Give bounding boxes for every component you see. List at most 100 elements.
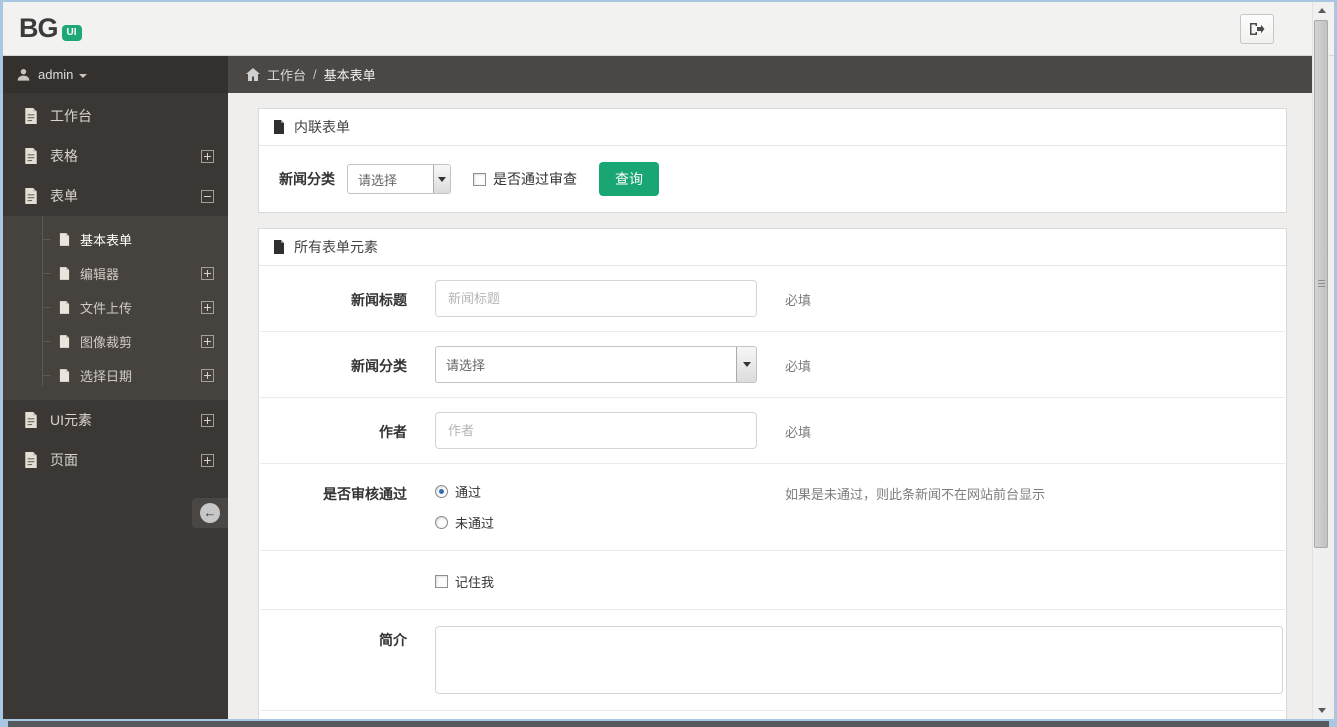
- logo-text: BG: [19, 13, 58, 43]
- sidebar-subitem-image-crop[interactable]: 图像裁剪: [3, 324, 228, 358]
- all-elements-panel-header: 所有表单元素: [259, 229, 1286, 266]
- vertical-scrollbar[interactable]: [1312, 2, 1330, 719]
- inline-form-panel: 内联表单 新闻分类 请选择 是否通过审查 查询: [258, 108, 1287, 213]
- required-hint: 必填: [785, 425, 812, 440]
- collapse-minus-icon[interactable]: [201, 189, 214, 203]
- field-label: 作者: [379, 424, 407, 440]
- panel-file-icon: [273, 240, 285, 254]
- radio-option-fail[interactable]: 未通过: [435, 513, 757, 532]
- review-checkbox[interactable]: [473, 172, 486, 186]
- sidebar-subitem-label: 文件上传: [80, 300, 133, 316]
- sidebar-subitem-date-picker[interactable]: 选择日期: [3, 358, 228, 392]
- expand-plus-icon[interactable]: [201, 413, 214, 427]
- field-label: 新闻分类: [351, 358, 407, 374]
- scrollbar-grip-icon: [1318, 280, 1325, 288]
- sidebar-item-forms[interactable]: 表单: [3, 176, 228, 216]
- form-footer: [260, 711, 1285, 719]
- review-checkbox-label: 是否通过审查: [493, 171, 577, 187]
- file-icon: [24, 188, 38, 204]
- window-frame: BG UI admin 工作台 表格 表单 基本表单 编辑器 文件上传 图像裁剪…: [0, 0, 1337, 727]
- field-label: 简介: [379, 632, 407, 648]
- expand-plus-icon[interactable]: [201, 149, 214, 163]
- breadcrumb-home[interactable]: 工作台: [267, 65, 306, 84]
- field-label: 新闻标题: [351, 292, 407, 308]
- query-button[interactable]: 查询: [599, 162, 659, 196]
- radio-option-pass[interactable]: 通过: [435, 482, 757, 501]
- form-row-author: 作者 必填: [260, 398, 1285, 464]
- sidebar-subitem-label: 图像裁剪: [80, 334, 133, 350]
- expand-plus-icon[interactable]: [201, 300, 214, 314]
- sidebar-item-label: 工作台: [50, 108, 92, 124]
- window-bottom-edge: [8, 721, 1329, 727]
- sidebar-item-label: 表单: [50, 188, 78, 204]
- chevron-down-icon: [742, 362, 751, 367]
- review-check-group: 是否通过审查: [473, 169, 577, 189]
- arrow-left-icon: ←: [200, 503, 220, 523]
- arrow-up-icon: [1317, 8, 1326, 13]
- breadcrumb-separator: /: [313, 67, 317, 82]
- intro-textarea[interactable]: [435, 626, 1283, 694]
- sidebar-subitem-editor[interactable]: 编辑器: [3, 256, 228, 290]
- sidebar-item-ui-elements[interactable]: UI元素: [3, 400, 228, 440]
- top-header: BG UI: [3, 2, 1334, 56]
- logout-button[interactable]: [1240, 13, 1274, 44]
- expand-plus-icon[interactable]: [201, 453, 214, 467]
- inline-form-panel-header: 内联表单: [259, 109, 1286, 146]
- scrollbar-down-button[interactable]: [1313, 702, 1330, 719]
- sidebar-collapse-button[interactable]: ←: [192, 498, 228, 528]
- user-name: admin: [38, 67, 74, 82]
- sidebar-subitem-basic-form[interactable]: 基本表单: [3, 222, 228, 256]
- page-content: 内联表单 新闻分类 请选择 是否通过审查 查询 所有表单元素 新闻标题 新闻标题…: [228, 93, 1317, 719]
- user-icon: [17, 68, 30, 81]
- expand-plus-icon[interactable]: [201, 368, 214, 382]
- category-select-value: 请选择: [358, 172, 398, 188]
- sidebar: admin 工作台 表格 表单 基本表单 编辑器 文件上传 图像裁剪 选择日期 …: [3, 56, 228, 719]
- sidebar-subitem-file-upload[interactable]: 文件上传: [3, 290, 228, 324]
- remember-checkbox[interactable]: [435, 575, 448, 588]
- file-icon: [24, 412, 38, 428]
- inline-form-body: 新闻分类 请选择 是否通过审查 查询: [259, 146, 1286, 212]
- scrollbar-thumb[interactable]: [1314, 20, 1328, 548]
- arrow-down-icon: [1317, 708, 1326, 713]
- sidebar-item-pages[interactable]: 页面: [3, 440, 228, 480]
- news-title-input[interactable]: [435, 280, 757, 317]
- file-icon: [24, 108, 38, 124]
- radio-checked-icon[interactable]: [435, 485, 448, 498]
- expand-plus-icon[interactable]: [201, 266, 214, 280]
- remember-label: 记住我: [455, 575, 495, 590]
- select-arrow-button[interactable]: [433, 165, 450, 193]
- expand-plus-icon[interactable]: [201, 334, 214, 348]
- review-radio-group: 通过 未通过: [435, 482, 757, 532]
- form-row-remember: 记住我: [260, 551, 1285, 610]
- breadcrumb-current: 基本表单: [323, 68, 376, 83]
- form-row-news-category: 新闻分类 请选择 必填: [260, 332, 1285, 398]
- category-select[interactable]: 请选择: [347, 164, 451, 194]
- sidebar-subitem-label: 基本表单: [80, 232, 133, 248]
- app-window: BG UI admin 工作台 表格 表单 基本表单 编辑器 文件上传 图像裁剪…: [3, 2, 1334, 719]
- logout-icon: [1249, 22, 1265, 36]
- user-menu[interactable]: admin: [3, 56, 228, 93]
- form-row-review-status: 是否审核通过 通过 未通过 如果是未通过，则此条新闻不在网站前台显示: [260, 464, 1285, 551]
- news-category-select-value: 请选择: [446, 358, 486, 373]
- sidebar-item-tables[interactable]: 表格: [3, 136, 228, 176]
- sidebar-subitem-label: 选择日期: [80, 368, 133, 384]
- chevron-down-icon: [438, 176, 446, 182]
- review-note: 如果是未通过，则此条新闻不在网站前台显示: [785, 487, 1046, 502]
- author-input[interactable]: [435, 412, 757, 449]
- select-arrow-button[interactable]: [736, 347, 756, 382]
- form-row-news-title: 新闻标题 必填: [260, 266, 1285, 332]
- radio-label: 通过: [455, 485, 482, 500]
- sidebar-item-workbench[interactable]: 工作台: [3, 96, 228, 136]
- required-hint: 必填: [785, 293, 812, 308]
- app-logo: BG UI: [19, 15, 82, 42]
- file-icon: [24, 452, 38, 468]
- all-elements-panel: 所有表单元素 新闻标题 必填 新闻分类: [258, 228, 1287, 719]
- panel-title: 所有表单元素: [294, 239, 378, 255]
- scrollbar-up-button[interactable]: [1313, 2, 1330, 19]
- panel-title: 内联表单: [294, 119, 350, 135]
- form-row-intro: 简介: [260, 610, 1285, 711]
- news-category-select[interactable]: 请选择: [435, 346, 757, 383]
- remember-check-group[interactable]: 记住我: [435, 569, 494, 591]
- breadcrumb: 工作台 / 基本表单: [228, 56, 1317, 93]
- radio-unchecked-icon[interactable]: [435, 516, 448, 529]
